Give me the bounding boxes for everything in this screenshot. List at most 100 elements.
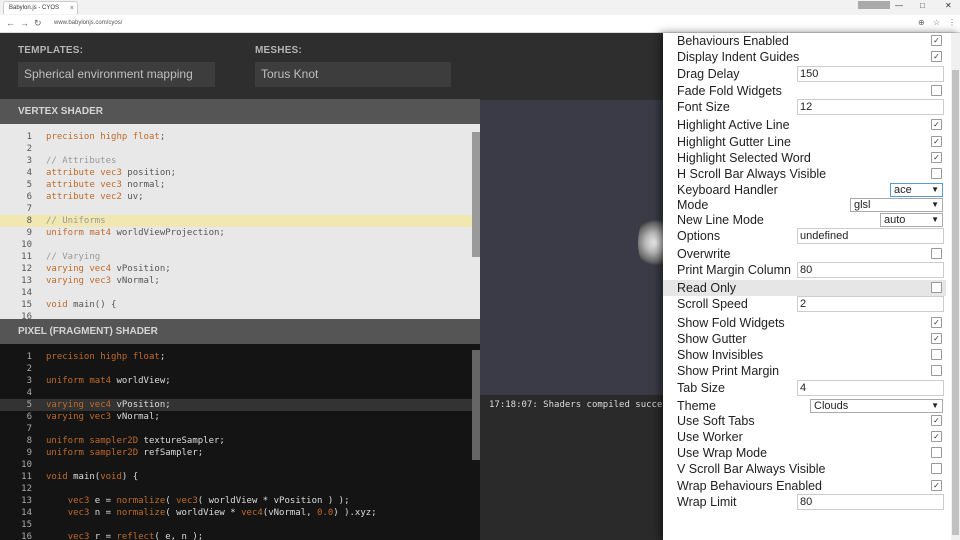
setting-checkbox-read-only[interactable] bbox=[931, 282, 942, 293]
profile-badge[interactable] bbox=[858, 1, 890, 9]
setting-input-tab-size[interactable]: 4 bbox=[797, 380, 944, 396]
code-line[interactable]: 10 bbox=[0, 239, 472, 251]
setting-checkbox-show-invisibles[interactable] bbox=[931, 349, 942, 360]
line-number: 1 bbox=[26, 352, 32, 362]
setting-select-keyboard-handler[interactable]: ace ▼ bbox=[890, 183, 943, 197]
setting-checkbox-behaviours-enabled[interactable]: ✓ bbox=[931, 35, 942, 46]
code-line[interactable]: 13 varying vec3 vNormal; bbox=[0, 275, 472, 287]
vertex-scrollbar[interactable] bbox=[472, 132, 480, 257]
close-window-icon[interactable]: ✕ bbox=[945, 0, 952, 12]
meshes-label: MESHES: bbox=[255, 45, 302, 56]
code-line[interactable]: 6 attribute vec2 uv; bbox=[0, 191, 472, 203]
code-line[interactable]: 14 vec3 n = normalize( worldView * vec4(… bbox=[0, 507, 472, 519]
setting-checkbox-overwrite[interactable] bbox=[931, 248, 942, 259]
code-line[interactable]: 11 // Varying bbox=[0, 251, 472, 263]
code-line[interactable]: 12 bbox=[0, 483, 472, 495]
setting-checkbox-highlight-selected-word[interactable]: ✓ bbox=[931, 152, 942, 163]
setting-checkbox-h-scroll-bar-always-visible[interactable] bbox=[931, 168, 942, 179]
setting-input-scroll-speed[interactable]: 2 bbox=[797, 296, 944, 312]
setting-checkbox-show-gutter[interactable]: ✓ bbox=[931, 333, 942, 344]
code-line[interactable]: 9 uniform mat4 worldViewProjection; bbox=[0, 227, 472, 239]
minimize-icon[interactable]: — bbox=[895, 0, 903, 12]
setting-label-h-scroll-bar-always-visible: H Scroll Bar Always Visible bbox=[677, 167, 827, 181]
console-panel bbox=[480, 395, 663, 540]
setting-checkbox-use-worker[interactable]: ✓ bbox=[931, 431, 942, 442]
fragment-scrollbar[interactable] bbox=[472, 350, 480, 460]
code-line[interactable]: 7 bbox=[0, 423, 472, 435]
code-line[interactable]: 15 bbox=[0, 519, 472, 531]
code-line[interactable]: 16 vec3 r = reflect( e, n ); bbox=[0, 531, 472, 540]
browser-tab[interactable]: Babylon.js - CYOS × bbox=[3, 1, 78, 14]
code-line[interactable]: 5 varying vec4 vPosition; bbox=[0, 399, 472, 411]
setting-input-font-size[interactable]: 12 bbox=[797, 99, 944, 115]
setting-checkbox-fade-fold-widgets[interactable] bbox=[931, 85, 942, 96]
code-line[interactable]: 10 bbox=[0, 459, 472, 471]
setting-checkbox-wrap-behaviours-enabled[interactable]: ✓ bbox=[931, 480, 942, 491]
forward-icon[interactable]: → bbox=[20, 17, 29, 29]
setting-checkbox-use-soft-tabs[interactable]: ✓ bbox=[931, 415, 942, 426]
tab-close-icon[interactable]: × bbox=[70, 2, 74, 15]
setting-label-scroll-speed: Scroll Speed bbox=[677, 297, 748, 311]
setting-label-font-size: Font Size bbox=[677, 100, 730, 114]
code-line[interactable]: 13 vec3 e = normalize( vec3( worldView *… bbox=[0, 495, 472, 507]
code-line[interactable]: 4 attribute vec3 position; bbox=[0, 167, 472, 179]
code-line[interactable]: 8 uniform sampler2D textureSampler; bbox=[0, 435, 472, 447]
line-number: 15 bbox=[21, 520, 32, 530]
setting-label-mode: Mode bbox=[677, 198, 709, 212]
code-line[interactable]: 3 uniform mat4 worldView; bbox=[0, 375, 472, 387]
line-number: 9 bbox=[26, 448, 32, 458]
code-line[interactable]: 1 precision highp float; bbox=[0, 131, 472, 143]
meshes-select[interactable]: Torus Knot bbox=[255, 62, 451, 87]
code-text: void main() { bbox=[46, 300, 117, 310]
code-line[interactable]: 8 // Uniforms bbox=[0, 215, 472, 227]
setting-checkbox-display-indent-guides[interactable]: ✓ bbox=[931, 51, 942, 62]
code-line[interactable]: 11 void main(void) { bbox=[0, 471, 472, 483]
code-line[interactable]: 2 bbox=[0, 143, 472, 155]
line-number: 14 bbox=[21, 288, 32, 298]
vertex-shader-editor[interactable]: 1 precision highp float; 2 3 // Attributes 4 a… bbox=[0, 124, 480, 319]
setting-checkbox-show-fold-widgets[interactable]: ✓ bbox=[931, 317, 942, 328]
fragment-shader-editor[interactable]: 1 precision highp float; 2 3 uniform mat4 wo… bbox=[0, 344, 480, 540]
code-line[interactable]: 2 bbox=[0, 363, 472, 375]
reload-icon[interactable]: ↻ bbox=[34, 17, 42, 29]
code-line[interactable]: 5 attribute vec3 normal; bbox=[0, 179, 472, 191]
setting-checkbox-v-scroll-bar-always-visible[interactable] bbox=[931, 463, 942, 474]
code-line[interactable]: 12 varying vec4 vPosition; bbox=[0, 263, 472, 275]
zoom-icon[interactable]: ⊕ bbox=[918, 17, 925, 29]
back-icon[interactable]: ← bbox=[6, 17, 15, 29]
line-number: 12 bbox=[21, 264, 32, 274]
setting-select-theme[interactable]: Clouds ▼ bbox=[810, 399, 943, 413]
code-line[interactable]: 14 bbox=[0, 287, 472, 299]
setting-label-overwrite: Overwrite bbox=[677, 247, 731, 261]
code-text: varying vec4 vPosition; bbox=[46, 400, 171, 410]
code-text: uniform mat4 worldView; bbox=[46, 376, 171, 386]
code-line[interactable]: 16 bbox=[0, 311, 472, 319]
setting-input-wrap-limit[interactable]: 80 bbox=[797, 494, 944, 510]
setting-input-print-margin-column[interactable]: 80 bbox=[797, 262, 944, 278]
setting-checkbox-highlight-active-line[interactable]: ✓ bbox=[931, 119, 942, 130]
setting-input-drag-delay[interactable]: 150 bbox=[797, 66, 944, 82]
code-text: attribute vec3 position; bbox=[46, 168, 177, 178]
code-line[interactable]: 3 // Attributes bbox=[0, 155, 472, 167]
settings-scrollbar-thumb[interactable] bbox=[952, 70, 959, 535]
setting-select-mode[interactable]: glsl ▼ bbox=[850, 198, 943, 212]
code-line[interactable]: 6 varying vec3 vNormal; bbox=[0, 411, 472, 423]
setting-input-options[interactable]: undefined bbox=[797, 228, 944, 244]
menu-icon[interactable]: ⋮ bbox=[948, 17, 956, 29]
setting-checkbox-show-print-margin[interactable] bbox=[931, 365, 942, 376]
setting-checkbox-use-wrap-mode[interactable] bbox=[931, 447, 942, 458]
code-line[interactable]: 9 uniform sampler2D refSampler; bbox=[0, 447, 472, 459]
setting-checkbox-highlight-gutter-line[interactable]: ✓ bbox=[931, 136, 942, 147]
code-line[interactable]: 15 void main() { bbox=[0, 299, 472, 311]
code-line[interactable]: 1 precision highp float; bbox=[0, 351, 472, 363]
vertex-shader-title: VERTEX SHADER bbox=[0, 99, 480, 124]
code-line[interactable]: 4 bbox=[0, 387, 472, 399]
star-icon[interactable]: ☆ bbox=[933, 17, 940, 29]
maximize-icon[interactable]: □ bbox=[920, 0, 925, 12]
templates-select[interactable]: Spherical environment mapping bbox=[18, 62, 215, 87]
url-input[interactable]: www.babylonjs.com/cyos/ bbox=[54, 17, 934, 29]
code-line[interactable]: 7 bbox=[0, 203, 472, 215]
line-number: 3 bbox=[26, 156, 32, 166]
setting-select-new-line-mode[interactable]: auto ▼ bbox=[880, 213, 943, 227]
browser-tab-strip: Babylon.js - CYOS × — □ ✕ bbox=[0, 0, 960, 16]
